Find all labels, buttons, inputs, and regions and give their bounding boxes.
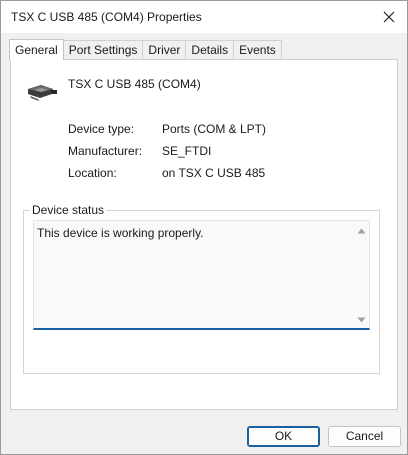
tab-port-settings[interactable]: Port Settings: [62, 40, 144, 60]
location-label: Location:: [68, 166, 117, 180]
tab-events[interactable]: Events: [233, 40, 282, 60]
cancel-button[interactable]: Cancel: [328, 426, 401, 447]
device-type-label: Device type:: [68, 122, 135, 136]
general-tab-panel: TSX C USB 485 (COM4) Device type: Ports …: [10, 59, 398, 410]
manufacturer-label: Manufacturer:: [68, 144, 143, 158]
scroll-up-button[interactable]: [357, 227, 366, 235]
device-status-textbox[interactable]: This device is working properly.: [33, 220, 370, 330]
serial-port-icon: [28, 85, 57, 101]
tab-driver[interactable]: Driver: [142, 40, 187, 60]
location-value: on TSX C USB 485: [162, 166, 266, 180]
device-name: TSX C USB 485 (COM4): [68, 77, 201, 91]
ok-button[interactable]: OK: [247, 426, 320, 447]
scroll-down-button[interactable]: [357, 316, 366, 324]
scroll-down-arrow-icon: [357, 317, 366, 323]
properties-dialog: TSX C USB 485 (COM4) Properties General …: [0, 0, 408, 455]
manufacturer-value: SE_FTDI: [162, 144, 212, 158]
status-scrollbar[interactable]: [355, 222, 368, 327]
tab-details[interactable]: Details: [185, 40, 235, 60]
close-icon: [383, 11, 395, 23]
close-button[interactable]: [371, 1, 407, 33]
title-bar[interactable]: TSX C USB 485 (COM4) Properties: [1, 1, 407, 33]
device-status-title: Device status: [30, 203, 107, 217]
window-title: TSX C USB 485 (COM4) Properties: [11, 10, 202, 24]
scroll-up-arrow-icon: [357, 228, 366, 234]
scroll-track[interactable]: [360, 240, 363, 310]
device-status-text: This device is working properly.: [37, 226, 204, 240]
tab-general[interactable]: General: [9, 39, 64, 60]
device-type-value: Ports (COM & LPT): [162, 122, 267, 136]
tab-strip: General Port Settings Driver Details Eve…: [9, 39, 282, 60]
device-status-group: Device status This device is working pro…: [23, 203, 380, 374]
